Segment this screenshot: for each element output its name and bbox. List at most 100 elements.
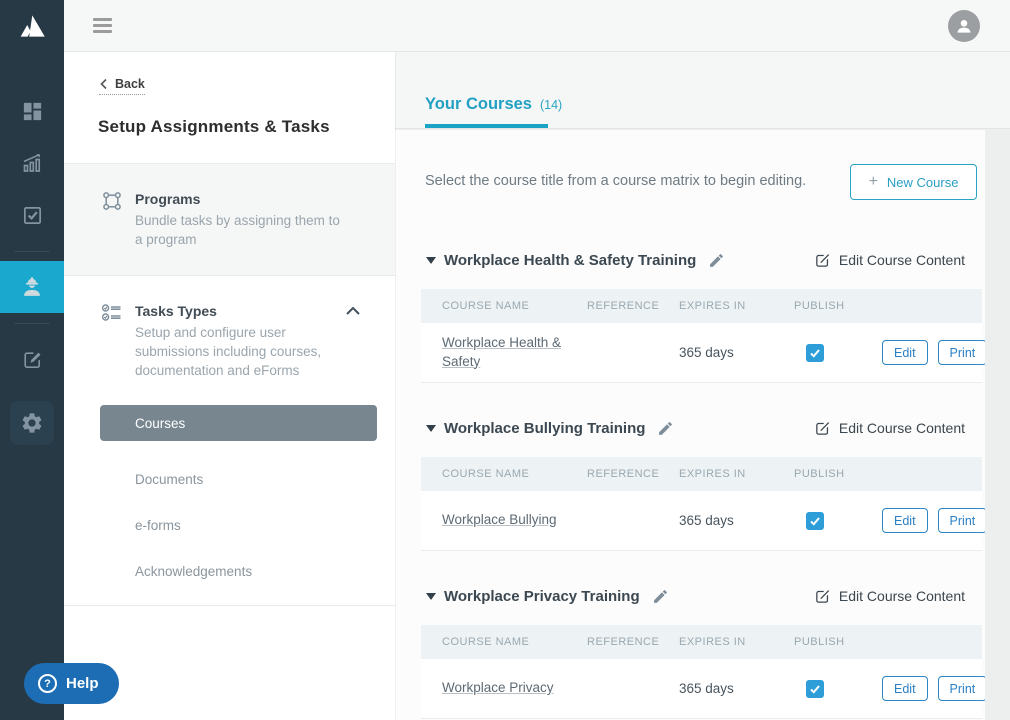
task-types-description: Setup and configure user submissions inc… [135, 323, 345, 380]
plus-icon: + [869, 173, 878, 191]
column-reference: REFERENCE [587, 636, 679, 648]
question-mark-icon: ? [38, 674, 57, 693]
course-group-title[interactable]: Workplace Bullying Training [444, 420, 645, 437]
help-button[interactable]: ? Help [24, 663, 119, 704]
edit-square-icon [814, 252, 831, 269]
course-group-title[interactable]: Workplace Health & Safety Training [444, 252, 696, 269]
task-type-item-eforms[interactable]: e-forms [135, 518, 361, 533]
edit-button[interactable]: Edit [882, 340, 928, 365]
programs-section[interactable]: Programs Bundle tasks by assigning them … [64, 163, 395, 276]
column-reference: REFERENCE [587, 468, 679, 480]
edit-course-content-link[interactable]: Edit Course Content [814, 252, 965, 269]
intro-text: Select the course title from a course ma… [425, 173, 806, 189]
task-type-label: Courses [135, 416, 185, 431]
chevron-up-icon[interactable] [345, 305, 361, 316]
course-group: Workplace Bullying Training Edit Course … [395, 415, 985, 551]
course-group: Workplace Health & Safety Training Edit … [395, 247, 985, 383]
column-course-name: COURSE NAME [442, 300, 587, 312]
tab-count: (14) [540, 98, 562, 112]
pencil-icon[interactable] [652, 588, 669, 605]
task-types-title[interactable]: Tasks Types [135, 303, 345, 319]
settings-gear-icon [20, 411, 44, 435]
edit-square-icon [814, 588, 831, 605]
edit-button[interactable]: Edit [882, 508, 928, 533]
app-root: Back Setup Assignments & Tasks Programs … [0, 0, 1010, 720]
worker-profile-icon [19, 274, 45, 300]
publish-checkbox[interactable] [806, 512, 824, 530]
course-table: COURSE NAME REFERENCE EXPIRES IN PUBLISH… [421, 457, 982, 551]
tab-your-courses[interactable]: Your Courses (14) [425, 95, 566, 128]
user-avatar[interactable] [948, 10, 980, 42]
edit-course-content-link[interactable]: Edit Course Content [814, 588, 965, 605]
table-header-row: COURSE NAME REFERENCE EXPIRES IN PUBLISH [421, 457, 982, 491]
programs-vector-icon [100, 189, 124, 213]
help-label: Help [66, 675, 99, 692]
new-course-button[interactable]: + New Course [850, 164, 977, 200]
programs-title[interactable]: Programs [135, 191, 361, 207]
course-name-link[interactable]: Workplace Health & Safety [442, 335, 561, 369]
checkmark-icon [809, 347, 821, 359]
print-button[interactable]: Print [938, 508, 985, 533]
sidebar-item-analytics[interactable] [0, 137, 64, 189]
programs-description: Bundle tasks by assigning them to a prog… [135, 211, 347, 249]
column-course-name: COURSE NAME [442, 636, 587, 648]
user-avatar-icon [955, 17, 973, 35]
expires-cell: 365 days [679, 513, 794, 528]
courses-card: Select the course title from a course ma… [395, 130, 985, 720]
pencil-icon[interactable] [657, 420, 674, 437]
edit-course-content-link[interactable]: Edit Course Content [814, 420, 965, 437]
triangle-down-icon[interactable] [426, 593, 436, 600]
table-header-row: COURSE NAME REFERENCE EXPIRES IN PUBLISH [421, 289, 982, 323]
task-types-section: Tasks Types Setup and configure user sub… [64, 276, 395, 606]
task-types-checklist-icon [100, 301, 124, 325]
task-type-item-courses[interactable]: Courses [100, 405, 377, 441]
new-course-label: New Course [887, 175, 959, 190]
chevron-left-icon [99, 78, 108, 90]
back-link[interactable]: Back [99, 77, 145, 95]
tab-label: Your Courses [425, 95, 532, 113]
tab-strip: Your Courses (14) [395, 52, 1010, 129]
sidebar-item-dashboard[interactable] [0, 85, 64, 137]
settings-panel: Back Setup Assignments & Tasks Programs … [64, 52, 395, 720]
brand-logo[interactable] [0, 0, 64, 52]
triangle-down-icon[interactable] [426, 425, 436, 432]
print-button[interactable]: Print [938, 676, 985, 701]
course-group: Workplace Privacy Training Edit Course C… [395, 583, 985, 719]
sidebar-item-settings[interactable] [10, 401, 54, 445]
main-area: Your Courses (14) Select the course title… [395, 52, 1010, 720]
analytics-chart-icon [20, 151, 44, 175]
print-button[interactable]: Print [938, 340, 985, 365]
task-type-label: Documents [135, 472, 203, 487]
column-course-name: COURSE NAME [442, 468, 587, 480]
course-name-link[interactable]: Workplace Bullying [442, 512, 557, 527]
edit-course-content-label: Edit Course Content [839, 252, 965, 268]
table-row: Workplace Bullying 365 days Edit Print [421, 491, 982, 551]
pencil-icon[interactable] [708, 252, 725, 269]
expires-cell: 365 days [679, 681, 794, 696]
hamburger-menu-icon[interactable] [93, 15, 112, 36]
publish-checkbox[interactable] [806, 680, 824, 698]
icon-rail [0, 0, 64, 720]
course-group-title[interactable]: Workplace Privacy Training [444, 588, 640, 605]
column-expires-in: EXPIRES IN [679, 300, 794, 312]
sidebar-item-tasks[interactable] [0, 189, 64, 241]
top-bar [64, 0, 1010, 52]
table-header-row: COURSE NAME REFERENCE EXPIRES IN PUBLISH [421, 625, 982, 659]
task-type-item-documents[interactable]: Documents [135, 472, 361, 487]
publish-checkbox[interactable] [806, 344, 824, 362]
back-label: Back [115, 77, 145, 91]
edit-button[interactable]: Edit [882, 676, 928, 701]
sidebar-item-workers-active[interactable] [0, 261, 64, 313]
column-publish: PUBLISH [794, 468, 882, 480]
mountain-logo-icon [15, 13, 49, 39]
expires-cell: 365 days [679, 345, 794, 360]
table-row: Workplace Health & Safety 365 days Edit … [421, 323, 982, 383]
sidebar-item-records[interactable] [0, 333, 64, 385]
table-row: Workplace Privacy 365 days Edit Print [421, 659, 982, 719]
edit-course-content-label: Edit Course Content [839, 420, 965, 436]
rail-divider [14, 251, 50, 252]
dashboard-icon [21, 100, 44, 123]
task-type-item-acknowledgements[interactable]: Acknowledgements [135, 564, 361, 579]
course-name-link[interactable]: Workplace Privacy [442, 680, 554, 695]
triangle-down-icon[interactable] [426, 257, 436, 264]
